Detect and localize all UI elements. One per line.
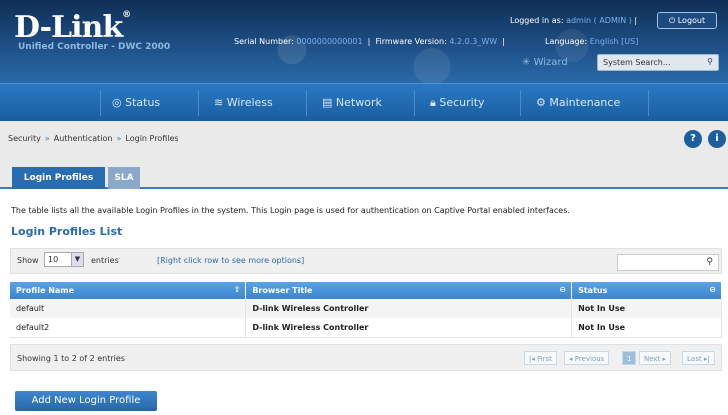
nav-security[interactable]: 🔒︎ Security bbox=[430, 84, 485, 122]
system-search-input[interactable]: System Search... ⚲ bbox=[597, 54, 719, 71]
last-page-button[interactable]: Last ▸| bbox=[682, 351, 715, 365]
table-footer: Showing 1 to 2 of 2 entries |◂ First ◂ P… bbox=[10, 344, 722, 371]
tab-bar: Login Profiles SLA bbox=[0, 159, 728, 189]
breadcrumb-bar: Security» Authentication» Login Profiles ?… bbox=[0, 121, 728, 159]
sort-icon: ⇧ bbox=[233, 285, 241, 294]
chart-icon: ◎ bbox=[112, 96, 122, 109]
sort-icon: ⊖ bbox=[709, 285, 716, 294]
nav-network[interactable]: ▤ Network bbox=[322, 84, 382, 122]
gear-icon: ⚙ bbox=[536, 96, 546, 109]
list-title: Login Profiles List bbox=[11, 225, 123, 238]
entries-select[interactable]: 10 ▼ bbox=[44, 252, 84, 267]
language-selector[interactable]: Language: English [US] bbox=[545, 37, 638, 46]
sort-icon: ⊖ bbox=[559, 285, 567, 294]
wizard-link[interactable]: ✳ Wizard bbox=[522, 57, 568, 68]
search-icon: ⚲ bbox=[706, 257, 713, 267]
col-browser-title[interactable]: Browser Title ⊖ bbox=[245, 282, 573, 299]
info-icon[interactable]: i bbox=[708, 130, 726, 148]
lock-icon: 🔒︎ bbox=[430, 96, 436, 109]
first-page-button[interactable]: |◂ First bbox=[524, 351, 557, 365]
nav-maintenance[interactable]: ⚙ Maintenance bbox=[536, 84, 620, 122]
breadcrumb: Security» Authentication» Login Profiles bbox=[8, 134, 179, 143]
main-nav: ◎ Status ≋ Wireless ▤ Network 🔒︎ Securit… bbox=[0, 83, 728, 121]
next-page-button[interactable]: Next ▸ bbox=[639, 351, 672, 365]
add-login-profile-button[interactable]: Add New Login Profile bbox=[15, 391, 157, 411]
page-number[interactable]: 1 bbox=[622, 351, 637, 365]
right-click-hint: [Right click row to see more options] bbox=[157, 256, 305, 265]
serial-firmware-info: Serial Number: 0000000000001 | Firmware … bbox=[234, 37, 505, 46]
header: D-Link® Unified Controller - DWC 2000 Se… bbox=[0, 0, 728, 83]
login-profiles-table: Profile Name ⇧ Browser Title ⊖ Status ⊖ def… bbox=[10, 282, 722, 338]
table-row[interactable]: default D-link Wireless Controller Not I… bbox=[10, 299, 722, 318]
nav-status[interactable]: ◎ Status bbox=[112, 84, 160, 122]
wifi-icon: ≋ bbox=[214, 96, 224, 109]
search-icon[interactable]: ⚲ bbox=[707, 57, 713, 66]
help-icon[interactable]: ? bbox=[684, 130, 702, 148]
product-subtitle: Unified Controller - DWC 2000 bbox=[18, 42, 171, 52]
table-search-input[interactable]: ⚲ bbox=[617, 254, 719, 271]
entries-count: Showing 1 to 2 of 2 entries bbox=[17, 354, 125, 363]
tab-login-profiles[interactable]: Login Profiles bbox=[12, 167, 105, 189]
col-status[interactable]: Status ⊖ bbox=[571, 282, 722, 299]
table-row[interactable]: default2 D-link Wireless Controller Not … bbox=[10, 318, 722, 338]
table-controls: Show 10 ▼ entries [Right click row to see… bbox=[10, 248, 722, 274]
network-icon: ▤ bbox=[322, 96, 333, 109]
previous-page-button[interactable]: ◂ Previous bbox=[564, 351, 610, 365]
tab-sla[interactable]: SLA bbox=[108, 167, 140, 189]
page-description: The table lists all the available Login … bbox=[11, 206, 570, 215]
nav-wireless[interactable]: ≋ Wireless bbox=[214, 84, 273, 122]
col-profile-name[interactable]: Profile Name ⇧ bbox=[10, 282, 247, 299]
chevron-down-icon: ▼ bbox=[71, 253, 83, 266]
logged-in-info: Logged in as: admin ( ADMIN ) | bbox=[510, 16, 638, 25]
logout-button[interactable]: ⏻ Logout bbox=[657, 12, 717, 29]
dlink-logo: D-Link® bbox=[14, 10, 131, 45]
